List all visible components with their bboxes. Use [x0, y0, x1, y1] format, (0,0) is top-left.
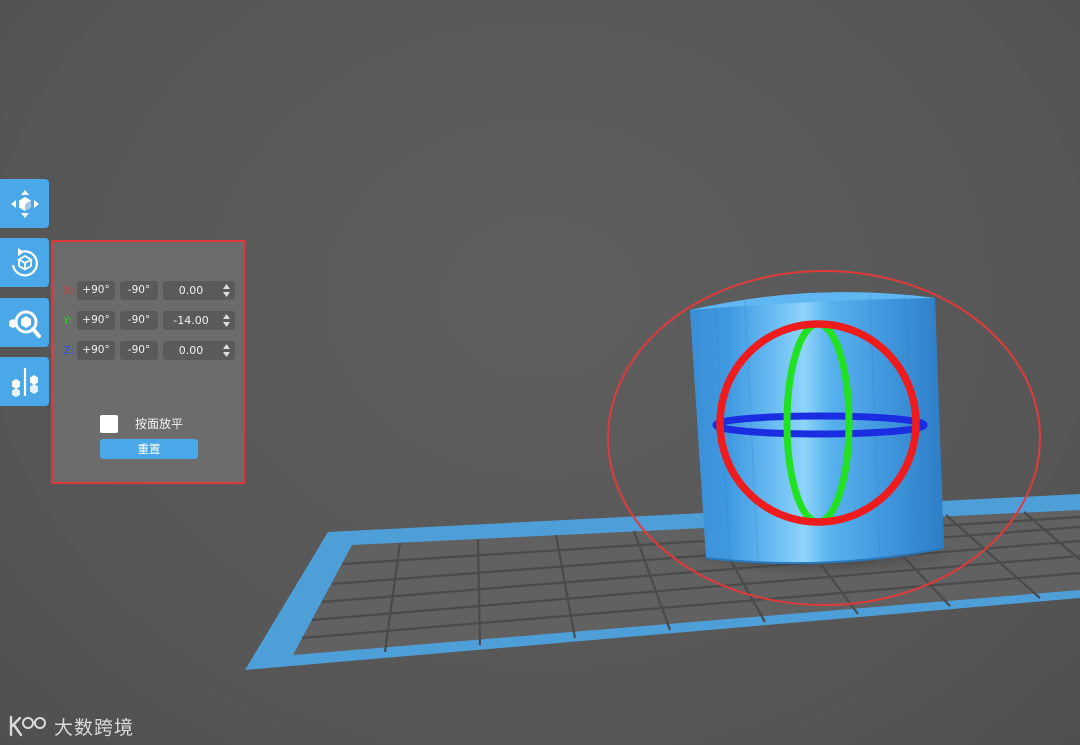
- axis-row-y: Y: +90° -90° -14.00: [53, 311, 243, 331]
- move-tool-button[interactable]: [0, 179, 49, 228]
- axis-label-x: X:: [63, 284, 75, 297]
- rotate-z-input[interactable]: 0.00: [163, 341, 235, 360]
- rotate-panel: X: +90° -90° 0.00 Y: +90° -90° -14.00 Z:…: [51, 240, 245, 484]
- rotate-x-value: 0.00: [178, 284, 204, 297]
- mirror-tool-button[interactable]: [0, 357, 49, 406]
- spinner-icon[interactable]: [223, 314, 230, 327]
- rotate-y-value: -14.00: [173, 314, 209, 327]
- axis-label-z: Z:: [63, 344, 75, 357]
- rotate-icon: [7, 245, 43, 281]
- scale-tool-button[interactable]: [0, 298, 49, 347]
- rotate-x-plus-button[interactable]: +90°: [77, 281, 115, 300]
- scale-icon: [7, 305, 43, 341]
- rotate-z-minus-button[interactable]: -90°: [120, 341, 158, 360]
- watermark-text: 大数跨境: [54, 716, 135, 739]
- reset-button[interactable]: 重置: [100, 439, 198, 459]
- spinner-icon[interactable]: [223, 284, 230, 297]
- rotate-x-input[interactable]: 0.00: [163, 281, 235, 300]
- rotate-z-plus-button[interactable]: +90°: [77, 341, 115, 360]
- move-icon: [8, 187, 42, 221]
- lay-flat-label: 按面放平: [135, 417, 184, 431]
- axis-label-y: Y:: [63, 314, 72, 327]
- rotate-x-minus-button[interactable]: -90°: [120, 281, 158, 300]
- rotate-y-plus-button[interactable]: +90°: [77, 311, 115, 330]
- rotate-tool-button[interactable]: [0, 238, 49, 287]
- watermark: 大数跨境: [8, 713, 134, 739]
- watermark-logo: [9, 715, 46, 737]
- build-plate: [245, 494, 1080, 670]
- lay-flat-checkbox[interactable]: [100, 415, 118, 433]
- rotate-z-value: 0.00: [178, 344, 204, 357]
- rotate-y-minus-button[interactable]: -90°: [120, 311, 158, 330]
- axis-row-z: Z: +90° -90° 0.00: [53, 341, 243, 361]
- rotate-y-input[interactable]: -14.00: [163, 311, 235, 330]
- spinner-icon[interactable]: [223, 344, 230, 357]
- mirror-icon: [7, 364, 43, 400]
- axis-row-x: X: +90° -90° 0.00: [53, 281, 243, 301]
